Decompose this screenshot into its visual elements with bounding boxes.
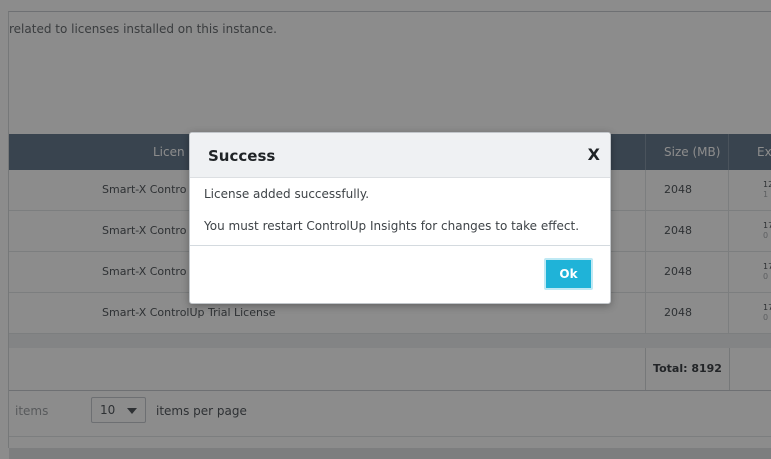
close-icon[interactable]: X bbox=[588, 145, 600, 164]
ok-button[interactable]: Ok bbox=[544, 258, 593, 290]
dialog-message: License added successfully. bbox=[204, 187, 370, 201]
dialog-divider bbox=[190, 245, 610, 246]
dialog-title: Success bbox=[208, 147, 276, 165]
dialog-header: Success X bbox=[190, 133, 610, 178]
dialog-restart-message: You must restart ControlUp Insights for … bbox=[204, 219, 580, 233]
success-dialog: Success X License added successfully. Yo… bbox=[189, 132, 611, 304]
